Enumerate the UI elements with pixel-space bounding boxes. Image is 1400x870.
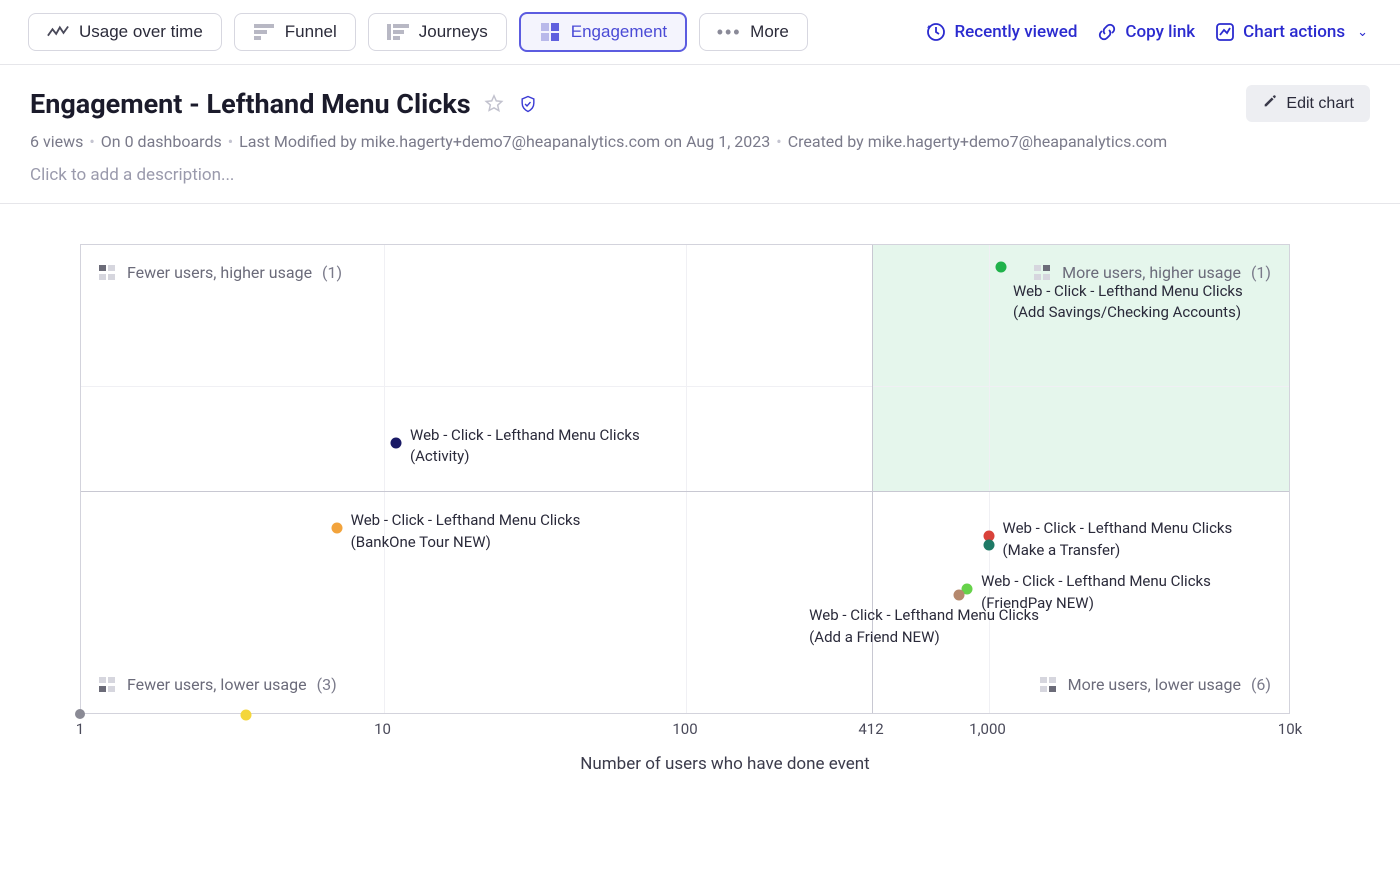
link-icon bbox=[1097, 22, 1117, 42]
pencil-icon bbox=[1262, 93, 1278, 114]
toolbar: Usage over time Funnel Journeys Engageme… bbox=[0, 0, 1400, 65]
scatter-point[interactable] bbox=[983, 539, 994, 550]
engagement-icon bbox=[539, 23, 561, 41]
point-label: Web - Click - Lefthand Menu Clicks(Activ… bbox=[410, 425, 640, 469]
tab-label: Funnel bbox=[285, 22, 337, 42]
engagement-chart: Average times done per user 13510 Web - … bbox=[0, 204, 1400, 794]
origin-marker bbox=[75, 709, 85, 719]
clock-icon bbox=[926, 22, 946, 42]
chart-action-icon bbox=[1215, 22, 1235, 42]
line-chart-icon bbox=[47, 23, 69, 41]
scatter-point[interactable] bbox=[240, 710, 251, 721]
tab-journeys[interactable]: Journeys bbox=[368, 13, 507, 51]
chart-actions-menu[interactable]: Chart actions ⌄ bbox=[1211, 16, 1372, 48]
chart-header: Engagement - Lefthand Menu Clicks Edit c… bbox=[0, 65, 1400, 204]
chart-meta: 6 views• On 0 dashboards• Last Modified … bbox=[30, 132, 1370, 151]
meta-modified: Last Modified by mike.hagerty+demo7@heap… bbox=[239, 132, 770, 151]
point-label: Web - Click - Lefthand Menu Clicks(BankO… bbox=[351, 510, 581, 554]
recently-viewed-link[interactable]: Recently viewed bbox=[922, 16, 1081, 48]
tab-funnel[interactable]: Funnel bbox=[234, 13, 356, 51]
funnel-icon bbox=[253, 23, 275, 41]
point-label: Web - Click - Lefthand Menu Clicks(Add a… bbox=[809, 605, 1039, 649]
copy-link[interactable]: Copy link bbox=[1093, 16, 1199, 48]
tab-label: Engagement bbox=[571, 22, 667, 42]
more-icon: ••• bbox=[718, 23, 740, 41]
tab-label: Journeys bbox=[419, 22, 488, 42]
quadrant-label: Fewer users, higher usage(1) bbox=[99, 263, 342, 282]
meta-views: 6 views bbox=[30, 132, 83, 151]
tab-label: Usage over time bbox=[79, 22, 203, 42]
x-axis-label: Number of users who have done event bbox=[80, 754, 1370, 774]
meta-created: Created by mike.hagerty+demo7@heapanalyt… bbox=[788, 132, 1168, 151]
quadrant-label: More users, higher usage(1) bbox=[1034, 263, 1271, 282]
quadrant-label: More users, lower usage(6) bbox=[1040, 675, 1271, 694]
point-label: Web - Click - Lefthand Menu Clicks(Make … bbox=[1003, 518, 1233, 562]
scatter-plot[interactable]: Web - Click - Lefthand Menu Clicks(Activ… bbox=[80, 244, 1290, 714]
scatter-point[interactable] bbox=[391, 437, 402, 448]
page-title: Engagement - Lefthand Menu Clicks bbox=[30, 88, 471, 120]
meta-dashboards: On 0 dashboards bbox=[101, 132, 222, 151]
edit-chart-button[interactable]: Edit chart bbox=[1246, 85, 1370, 122]
chevron-down-icon: ⌄ bbox=[1357, 25, 1368, 40]
scatter-point[interactable] bbox=[996, 261, 1007, 272]
quadrant-label: Fewer users, lower usage(3) bbox=[99, 675, 337, 694]
shield-icon[interactable] bbox=[517, 93, 539, 115]
description-input[interactable]: Click to add a description... bbox=[30, 165, 1370, 185]
tab-more[interactable]: ••• More bbox=[699, 13, 808, 51]
tab-label: More bbox=[750, 22, 789, 42]
scatter-point[interactable] bbox=[954, 590, 965, 601]
tab-engagement[interactable]: Engagement bbox=[519, 12, 687, 52]
journeys-icon bbox=[387, 23, 409, 41]
tab-usage-over-time[interactable]: Usage over time bbox=[28, 13, 222, 51]
point-label: Web - Click - Lefthand Menu Clicks(Add S… bbox=[1013, 281, 1243, 325]
star-icon[interactable] bbox=[483, 93, 505, 115]
scatter-point[interactable] bbox=[331, 522, 342, 533]
